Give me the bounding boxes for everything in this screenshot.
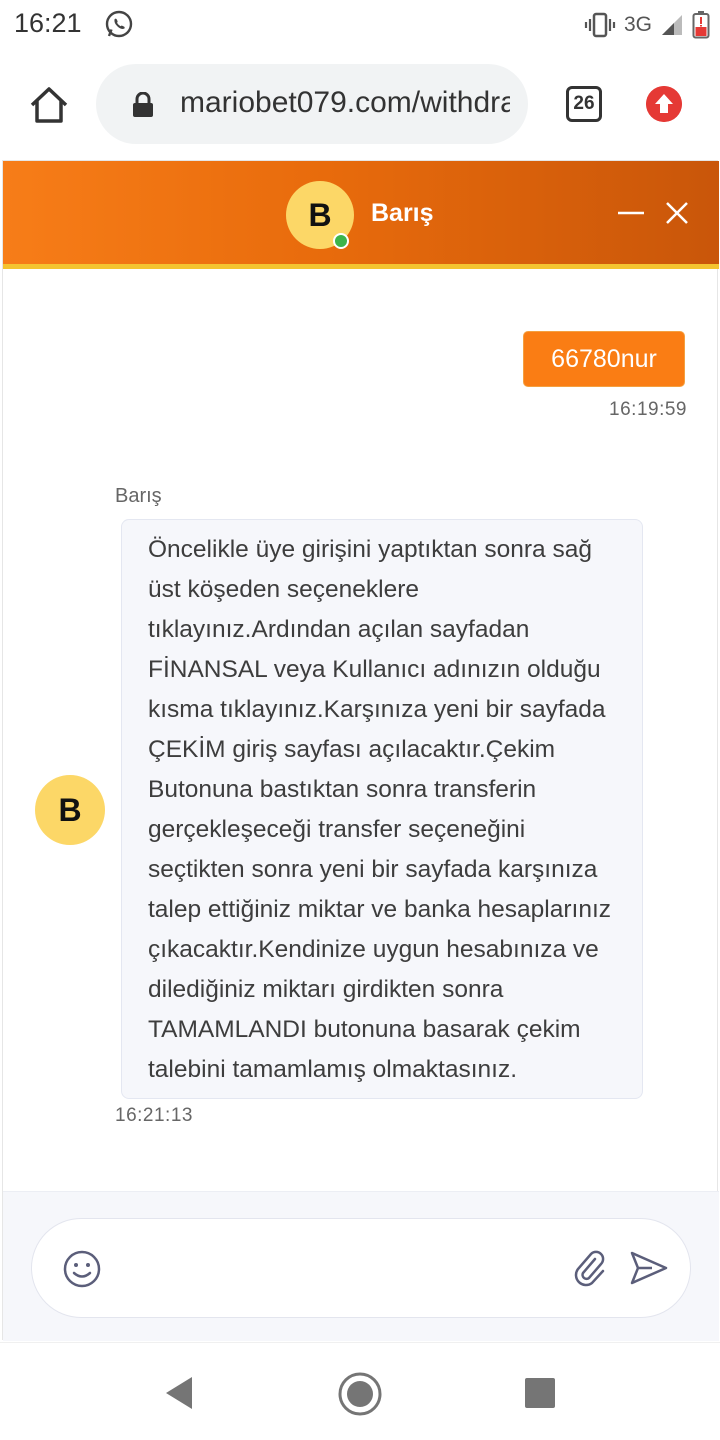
status-time: 16:21 [14, 8, 82, 38]
agent-message-avatar: B [35, 775, 105, 845]
message-timestamp: 16:21:13 [115, 1105, 193, 1126]
attach-icon[interactable] [570, 1247, 608, 1289]
browser-toolbar: mariobet079.com/withdraw 26 [0, 50, 720, 158]
nav-home-icon[interactable] [337, 1371, 383, 1417]
close-icon[interactable] [663, 199, 691, 227]
navigation-bar [0, 1342, 720, 1440]
chat-header: B Barış [3, 161, 719, 269]
status-icons: 3G [584, 10, 710, 40]
message-composer [31, 1218, 691, 1318]
send-icon[interactable] [628, 1247, 670, 1289]
update-icon[interactable] [646, 86, 682, 122]
agent-message-bubble: Öncelikle üye girişini yaptıktan sonra s… [121, 519, 643, 1099]
address-bar[interactable]: mariobet079.com/withdraw [96, 64, 528, 144]
online-status-dot [333, 233, 349, 249]
message-sender-name: Barış [115, 485, 162, 507]
minimize-icon[interactable] [617, 199, 645, 227]
signal-icon [662, 15, 682, 35]
agent-name: Barış [371, 199, 434, 227]
composer-area [3, 1191, 719, 1341]
tab-switcher-button[interactable]: 26 [566, 86, 602, 122]
user-message-bubble: 66780nur [523, 331, 685, 387]
vibrate-icon [584, 12, 616, 38]
message-timestamp: 16:19:59 [609, 399, 687, 420]
message-input[interactable] [124, 1247, 554, 1291]
chat-widget: B Barış 66780nur 16:19:59 Barış B Önceli… [2, 160, 719, 1341]
status-bar: 16:21 3G [0, 0, 720, 50]
nav-recents-icon[interactable] [525, 1378, 555, 1408]
network-type: 3G [623, 13, 652, 36]
battery-icon [692, 11, 710, 39]
emoji-icon[interactable] [62, 1249, 102, 1289]
home-icon[interactable] [28, 84, 70, 126]
nav-back-icon[interactable] [162, 1375, 196, 1411]
url-text: mariobet079.com/withdraw [180, 86, 510, 119]
whatsapp-icon [105, 10, 133, 38]
lock-icon [133, 92, 153, 117]
